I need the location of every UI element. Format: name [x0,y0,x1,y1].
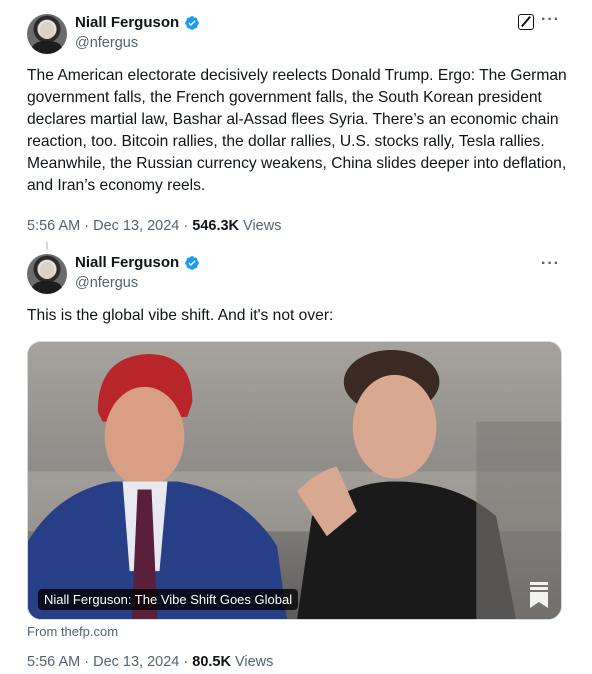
meta-separator: · [84,218,94,234]
views-count: 546.3K [192,218,244,234]
bookmark-icon[interactable] [529,582,549,608]
author-row: Niall Ferguson [75,254,200,271]
more-icon[interactable]: ··· [541,11,560,29]
tweet-date[interactable]: Dec 13, 2024 [93,218,179,234]
views-label: Views [234,654,274,670]
views-count: 80.5K [192,654,235,670]
author-name[interactable]: Niall Ferguson [75,14,179,31]
author-row: Niall Ferguson [75,14,200,31]
tweet-time[interactable]: 5:56 AM [27,654,80,670]
meta-separator: · [183,218,193,234]
tweet-text: This is the global vibe shift. And it's … [27,307,334,324]
more-icon[interactable]: ··· [541,255,560,273]
verified-badge-icon [185,255,200,270]
meta-separator: · [84,654,94,670]
avatar[interactable] [27,14,67,54]
card-caption[interactable]: Niall Ferguson: The Vibe Shift Goes Glob… [38,589,299,610]
tweet-meta: 5:56 AM · Dec 13, 2024 · 80.5K Views [27,654,273,670]
tweet-main[interactable]: Niall Ferguson @nfergus ··· This is the … [0,242,592,674]
link-card[interactable]: Niall Ferguson: The Vibe Shift Goes Glob… [27,341,562,620]
tweet-date[interactable]: Dec 13, 2024 [93,654,179,670]
tweet-meta: 5:56 AM · Dec 13, 2024 · 546.3K Views [27,218,281,234]
tweet-text: The American electorate decisively reele… [27,67,567,194]
meta-separator: · [183,654,193,670]
card-source[interactable]: From thefp.com [27,624,118,639]
avatar[interactable] [27,254,67,294]
tweet-quoted[interactable]: Niall Ferguson @nfergus ··· The American… [0,0,592,242]
author-handle[interactable]: @nfergus [75,35,138,51]
grok-icon[interactable] [518,14,534,30]
views-label: Views [243,218,282,234]
verified-badge-icon [185,15,200,30]
author-handle[interactable]: @nfergus [75,275,138,291]
tweet-time[interactable]: 5:56 AM [27,218,80,234]
author-name[interactable]: Niall Ferguson [75,254,179,271]
card-image [28,342,561,619]
